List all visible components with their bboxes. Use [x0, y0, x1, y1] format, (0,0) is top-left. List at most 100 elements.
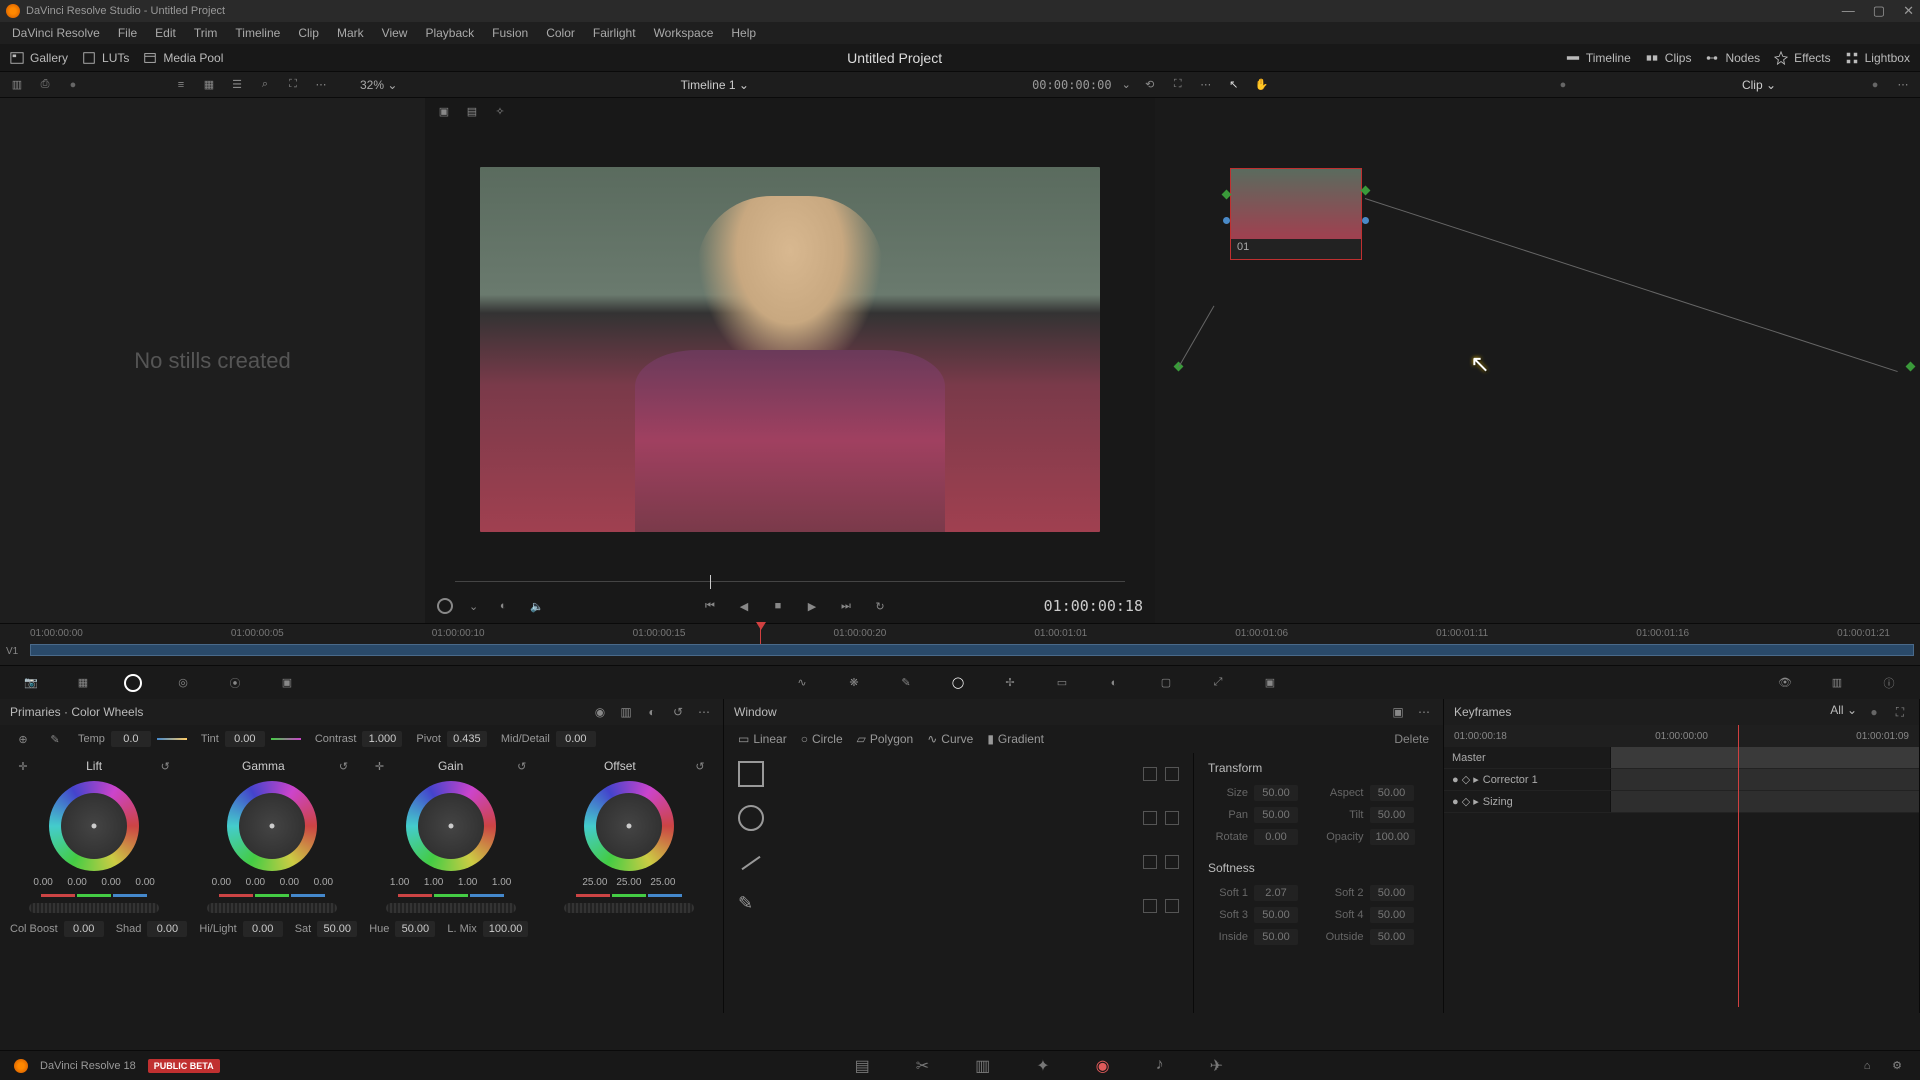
- circle-tab[interactable]: ○ Circle: [801, 732, 843, 746]
- sizing-icon[interactable]: ⤢: [1207, 672, 1229, 694]
- chevron-down-icon[interactable]: ⌄: [1122, 78, 1131, 91]
- 3d-icon[interactable]: ▣: [1259, 672, 1281, 694]
- dot-icon[interactable]: ●: [64, 76, 82, 94]
- node-dot-icon[interactable]: ●: [1554, 76, 1572, 94]
- viewer-image[interactable]: [480, 167, 1100, 532]
- gamma-b[interactable]: 0.00: [308, 877, 338, 888]
- lift-g[interactable]: 0.00: [96, 877, 126, 888]
- lift-jog[interactable]: [29, 903, 159, 913]
- tilt-value[interactable]: 50.00: [1370, 807, 1414, 823]
- clip-mode-dropdown[interactable]: Clip ⌄: [1742, 78, 1776, 92]
- keyframe-eye-icon[interactable]: 👁: [1774, 672, 1796, 694]
- gain-picker-icon[interactable]: ✛: [371, 757, 389, 775]
- invert-toggle[interactable]: [1165, 855, 1179, 869]
- menu-trim[interactable]: Trim: [186, 23, 226, 43]
- colboost-value[interactable]: 0.00: [64, 921, 104, 937]
- tint-slider[interactable]: [271, 738, 301, 740]
- stop-icon[interactable]: ■: [769, 597, 787, 615]
- lift-reset-icon[interactable]: ↺: [156, 757, 174, 775]
- cut-page-icon[interactable]: ✂: [916, 1056, 929, 1076]
- lift-picker-icon[interactable]: ✛: [14, 757, 32, 775]
- pointer-icon[interactable]: ↖: [1225, 76, 1243, 94]
- primaries-mode1-icon[interactable]: ◉: [591, 703, 609, 721]
- expand-icon[interactable]: ⛶: [284, 76, 302, 94]
- go-first-icon[interactable]: ⏮: [701, 597, 719, 615]
- fullscreen-icon[interactable]: ⛶: [1169, 76, 1187, 94]
- rotate-value[interactable]: 0.00: [1254, 829, 1298, 845]
- offset-reset-icon[interactable]: ↺: [691, 757, 709, 775]
- size-value[interactable]: 50.00: [1254, 785, 1298, 801]
- gamma-r[interactable]: 0.00: [240, 877, 270, 888]
- magic-wand-icon[interactable]: ✧: [491, 102, 509, 120]
- nodes-toggle[interactable]: Nodes: [1705, 51, 1760, 65]
- viewer-mode2-icon[interactable]: ▤: [463, 102, 481, 120]
- lift-b[interactable]: 0.00: [130, 877, 160, 888]
- blur-icon[interactable]: ◐: [1103, 672, 1125, 694]
- menu-timeline[interactable]: Timeline: [227, 23, 288, 43]
- lift-wheel[interactable]: [49, 781, 139, 871]
- loop-playback-icon[interactable]: ↻: [871, 597, 889, 615]
- go-last-icon[interactable]: ⏭: [837, 597, 855, 615]
- list-view-icon[interactable]: ☰: [228, 76, 246, 94]
- menu-fusion[interactable]: Fusion: [484, 23, 536, 43]
- loop-icon[interactable]: ⟲: [1141, 76, 1159, 94]
- key-icon[interactable]: ▢: [1155, 672, 1177, 694]
- still-grab-icon[interactable]: ⎙: [36, 76, 54, 94]
- sat-value[interactable]: 50.00: [317, 921, 357, 937]
- offset-wheel[interactable]: [584, 781, 674, 871]
- menu-clip[interactable]: Clip: [290, 23, 327, 43]
- timeline-clip[interactable]: [30, 644, 1914, 656]
- gradient-tab[interactable]: ▮ Gradient: [987, 732, 1044, 746]
- lift-r[interactable]: 0.00: [62, 877, 92, 888]
- menu-mark[interactable]: Mark: [329, 23, 372, 43]
- soft3-value[interactable]: 50.00: [1254, 907, 1298, 923]
- menu-help[interactable]: Help: [723, 23, 764, 43]
- gain-y[interactable]: 1.00: [385, 877, 415, 888]
- aspect-value[interactable]: 50.00: [1370, 785, 1414, 801]
- shape-rect-row[interactable]: [738, 761, 1179, 787]
- sort-icon[interactable]: ≡: [172, 76, 190, 94]
- edit-page-icon[interactable]: ▥: [975, 1056, 990, 1076]
- effects-toggle[interactable]: Effects: [1774, 51, 1830, 65]
- viewer-more-icon[interactable]: ⋯: [1197, 76, 1215, 94]
- temp-slider[interactable]: [157, 738, 187, 740]
- node-01[interactable]: 01: [1230, 168, 1362, 260]
- shad-value[interactable]: 0.00: [147, 921, 187, 937]
- offset-b[interactable]: 25.00: [648, 877, 678, 888]
- outside-value[interactable]: 50.00: [1370, 929, 1414, 945]
- gain-g[interactable]: 1.00: [453, 877, 483, 888]
- deliver-page-icon[interactable]: ✈: [1210, 1056, 1223, 1076]
- gain-jog[interactable]: [386, 903, 516, 913]
- settings-icon[interactable]: ⚙: [1888, 1057, 1906, 1075]
- menu-app[interactable]: DaVinci Resolve: [4, 23, 108, 43]
- color-match-icon[interactable]: ▦: [72, 672, 94, 694]
- viewer-zoom[interactable]: 32% ⌄: [360, 78, 397, 92]
- picker-icon[interactable]: ✎: [46, 730, 64, 748]
- mask-toggle[interactable]: [1143, 767, 1157, 781]
- primaries-mode2-icon[interactable]: ▥: [617, 703, 635, 721]
- hand-icon[interactable]: ✋: [1253, 76, 1271, 94]
- step-back-icon[interactable]: ◀: [735, 597, 753, 615]
- scrubber-playhead[interactable]: [710, 575, 711, 589]
- gallery-toggle[interactable]: Gallery: [10, 51, 68, 65]
- gamma-y[interactable]: 0.00: [206, 877, 236, 888]
- qualifier-icon[interactable]: ✎: [895, 672, 917, 694]
- tint-value[interactable]: 0.00: [225, 731, 265, 747]
- rgb-mixer-icon[interactable]: ⦿: [224, 672, 246, 694]
- mediapool-toggle[interactable]: Media Pool: [143, 51, 223, 65]
- hdr-wheels-icon[interactable]: ◎: [172, 672, 194, 694]
- fusion-page-icon[interactable]: ✦: [1036, 1056, 1049, 1076]
- polygon-tab[interactable]: ▱ Polygon: [857, 732, 914, 746]
- window-more-icon[interactable]: ⋯: [1415, 703, 1433, 721]
- node-graph[interactable]: 01: [1155, 98, 1920, 623]
- lift-y[interactable]: 0.00: [28, 877, 58, 888]
- mask-toggle[interactable]: [1143, 855, 1157, 869]
- pan-value[interactable]: 50.00: [1254, 807, 1298, 823]
- gain-wheel[interactable]: [406, 781, 496, 871]
- menu-fairlight[interactable]: Fairlight: [585, 23, 644, 43]
- shape-circle-row[interactable]: [738, 805, 1179, 831]
- auto-balance-icon[interactable]: ⊕: [14, 730, 32, 748]
- invert-toggle[interactable]: [1165, 811, 1179, 825]
- kf-master-track[interactable]: [1610, 747, 1919, 768]
- menu-view[interactable]: View: [374, 23, 416, 43]
